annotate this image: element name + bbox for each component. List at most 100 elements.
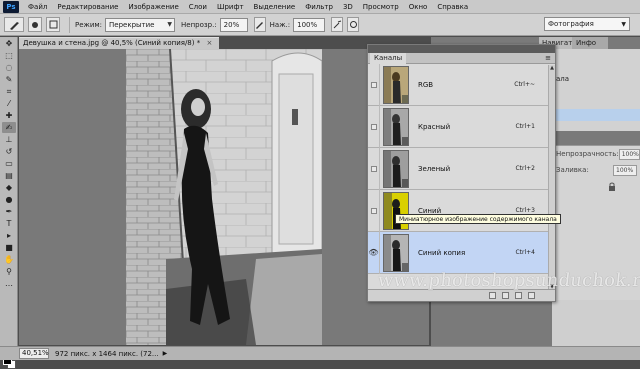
dodge-tool-icon[interactable]: ● — [2, 194, 16, 205]
thumbnail-gray-image — [384, 234, 408, 271]
pressure-opacity-toggle[interactable] — [253, 17, 266, 32]
menu-type[interactable]: Шрифт — [212, 0, 249, 14]
chevron-down-icon: ▼ — [167, 20, 173, 28]
channel-row-blue-copy[interactable]: 👁 Синий копия Ctrl+4 — [368, 231, 555, 274]
panel-row-label: ала — [556, 75, 570, 83]
menu-layers[interactable]: Слои — [184, 0, 212, 14]
status-menu-icon[interactable]: ▶ — [163, 350, 168, 357]
menu-filter[interactable]: Фильтр — [300, 0, 338, 14]
blur-tool-icon[interactable]: ◆ — [2, 182, 16, 193]
photoshop-logo: Ps — [3, 0, 19, 13]
document-tab[interactable]: Девушка и стена.jpg @ 40,5% (Синий копия… — [19, 37, 219, 49]
new-channel-icon[interactable] — [515, 292, 522, 299]
document-image[interactable] — [126, 49, 322, 345]
channel-row-green[interactable]: Зеленый Ctrl+2 — [368, 147, 555, 190]
type-tool-icon[interactable]: T — [2, 218, 16, 229]
save-selection-icon[interactable] — [502, 292, 509, 299]
channel-row-blue[interactable]: Синий Ctrl+3 — [368, 189, 555, 232]
photo-illustration — [126, 49, 322, 345]
crop-tool-icon[interactable]: ⌗ — [2, 86, 16, 97]
tab-info[interactable]: Инфо — [572, 37, 608, 49]
mode-select[interactable]: Перекрытие ▼ — [105, 17, 176, 32]
pen-tool-icon[interactable]: ✒ — [2, 206, 16, 217]
brush-panel-toggle[interactable] — [46, 17, 60, 32]
layer-lock-row — [552, 178, 640, 194]
menu-edit[interactable]: Редактирование — [52, 0, 123, 14]
menu-3d[interactable]: 3D — [338, 0, 358, 14]
menu-file[interactable]: Файл — [23, 0, 52, 14]
pressure-size-toggle[interactable] — [347, 17, 360, 32]
visibility-toggle[interactable]: 👁 — [368, 231, 380, 274]
pressure-label: Наж.: — [269, 20, 291, 29]
thumbnail-gray-image — [384, 108, 408, 145]
close-icon[interactable]: × — [206, 39, 212, 47]
channel-thumbnail[interactable] — [383, 65, 409, 104]
channels-scrollbar[interactable]: ▲ ▼ — [548, 65, 555, 290]
channel-name: Красный — [418, 122, 451, 131]
channel-row-red[interactable]: Красный Ctrl+1 — [368, 105, 555, 148]
menu-view[interactable]: Просмотр — [358, 0, 404, 14]
brush-size-picker[interactable] — [28, 17, 42, 32]
marquee-tool-icon[interactable]: ⬚ — [2, 50, 16, 61]
layers-opacity-field[interactable]: 100% — [618, 148, 640, 160]
delete-channel-icon[interactable] — [528, 292, 535, 299]
brush-panel-icon — [49, 20, 57, 29]
panel-menu-icon[interactable]: ≡ — [545, 53, 551, 64]
history-brush-tool-icon[interactable]: ↺ — [2, 146, 16, 157]
visibility-toggle[interactable] — [368, 105, 380, 148]
thumbnail-color-image — [384, 66, 408, 103]
watermark: www.photoshopsunduchok.ru — [376, 270, 640, 291]
opacity-value: 20% — [223, 20, 240, 29]
path-select-tool-icon[interactable]: ▸ — [2, 230, 16, 241]
channels-titlebar[interactable] — [368, 45, 555, 53]
tool-preset-picker[interactable] — [4, 17, 24, 32]
lasso-tool-icon[interactable]: ◌ — [2, 62, 16, 73]
panel-row-selected[interactable] — [552, 109, 640, 121]
visibility-off-icon — [370, 81, 377, 88]
channel-row-rgb[interactable]: RGB Ctrl+~ — [368, 63, 555, 106]
eraser-tool-icon[interactable]: ▭ — [2, 158, 16, 169]
visibility-toggle[interactable] — [368, 189, 380, 232]
channel-thumbnail[interactable] — [383, 107, 409, 146]
visibility-toggle[interactable] — [368, 147, 380, 190]
airbrush-toggle[interactable] — [331, 17, 344, 32]
channel-thumbnail[interactable] — [383, 233, 409, 272]
pressure-field[interactable]: 100% — [293, 17, 326, 32]
opacity-field[interactable]: 20% — [219, 17, 248, 32]
channel-name: RGB — [418, 80, 434, 89]
visibility-off-icon — [370, 123, 377, 130]
layers-opacity-label: Непрозрачность: — [556, 150, 619, 158]
zoom-tool-icon[interactable]: ⚲ — [2, 266, 16, 277]
gradient-tool-icon[interactable]: ▤ — [2, 170, 16, 181]
navigator-panel: ала — [552, 49, 640, 131]
eyedropper-tool-icon[interactable]: ⁄ — [2, 98, 16, 109]
clone-stamp-tool-icon[interactable]: ⊥ — [2, 134, 16, 145]
visibility-toggle[interactable] — [368, 63, 380, 106]
menu-select[interactable]: Выделение — [249, 0, 301, 14]
layers-fill-field[interactable]: 100% — [613, 164, 637, 176]
brush-tool-icon[interactable]: ✍ — [2, 122, 16, 133]
eye-icon: 👁 — [368, 248, 379, 257]
workspace-select[interactable]: Фотография ▼ — [544, 17, 630, 31]
quick-select-tool-icon[interactable]: ✎ — [2, 74, 16, 85]
tab-channels[interactable]: Каналы — [370, 53, 407, 64]
hand-tool-icon[interactable]: ✋ — [2, 254, 16, 265]
channel-name: Синий копия — [418, 248, 466, 257]
mode-label: Режим: — [75, 20, 103, 29]
extra-tool-icon[interactable]: … — [2, 278, 16, 289]
menu-window[interactable]: Окно — [404, 0, 433, 14]
channel-shortcut: Ctrl+~ — [514, 81, 535, 88]
scroll-up-icon[interactable]: ▲ — [549, 65, 555, 71]
panel-row — [552, 61, 640, 73]
thumbnail-gray-image — [384, 150, 408, 187]
zoom-field[interactable]: 40,51% — [19, 348, 49, 359]
menu-help[interactable]: Справка — [432, 0, 473, 14]
healing-brush-tool-icon[interactable]: ✚ — [2, 110, 16, 121]
load-selection-icon[interactable] — [489, 292, 496, 299]
channel-thumbnail[interactable] — [383, 149, 409, 188]
shape-tool-icon[interactable]: ■ — [2, 242, 16, 253]
channel-shortcut: Ctrl+2 — [515, 165, 535, 172]
channel-name: Зеленый — [418, 164, 451, 173]
move-tool-icon[interactable]: ✥ — [2, 38, 16, 49]
menu-image[interactable]: Изображение — [123, 0, 183, 14]
